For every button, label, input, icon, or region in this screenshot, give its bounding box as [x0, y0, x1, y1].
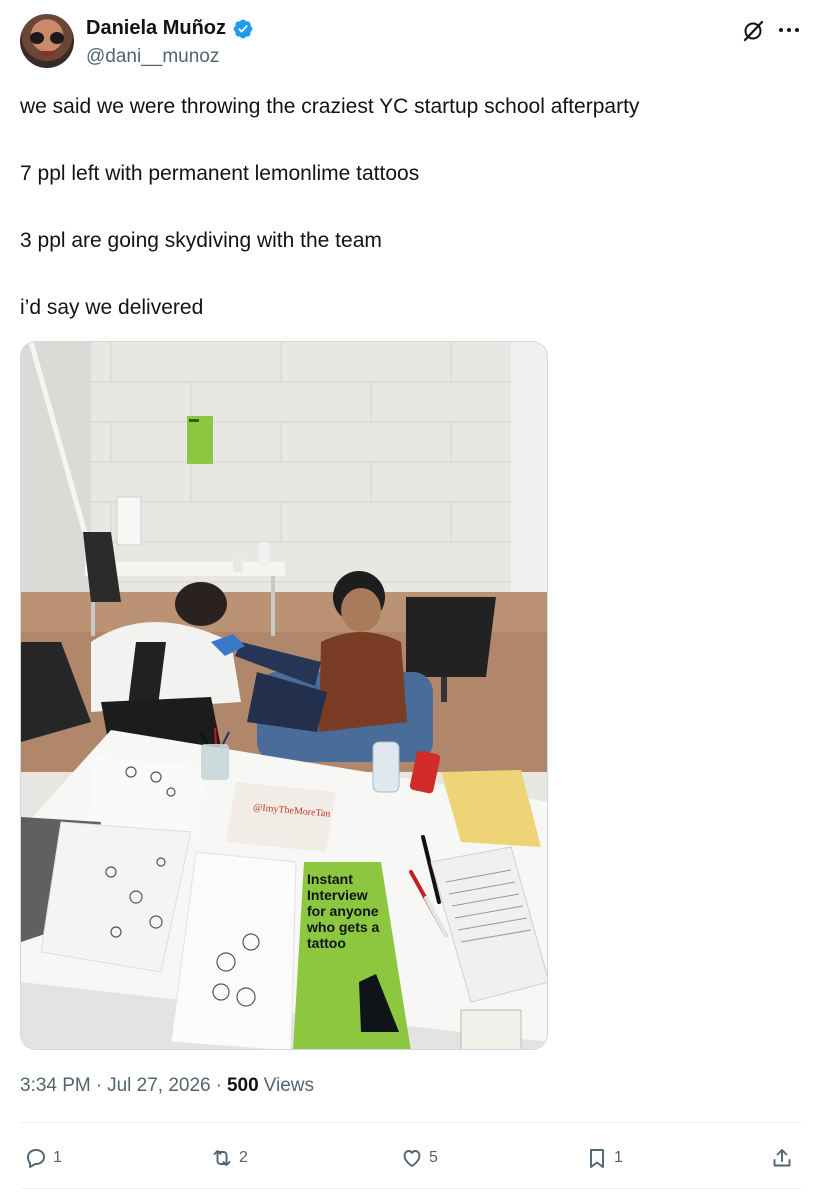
tweet-line: 3 ppl are going skydiving with the team [20, 229, 382, 252]
heart-icon [403, 1150, 421, 1167]
tweet-line: i’d say we delivered [20, 296, 204, 319]
divider [20, 1188, 801, 1189]
reply-count: 1 [53, 1149, 62, 1166]
author-name-row: Daniela Muñoz [86, 17, 254, 40]
views-count: 500 [226, 1075, 259, 1096]
views-label: Views [263, 1075, 314, 1096]
tweet-date[interactable]: Jul 27, 2026 [107, 1075, 211, 1097]
verified-badge-icon [233, 19, 253, 38]
tweet-time[interactable]: 3:34 PM [20, 1075, 91, 1097]
meta-separator: · [215, 1075, 222, 1096]
more-options-icon[interactable] [776, 18, 802, 42]
author-display-name[interactable]: Daniela Muñoz [86, 17, 226, 40]
bookmark-icon [590, 1149, 604, 1168]
tweet-photo[interactable]: @ImyTheMoreTan Instant Interview for any… [20, 341, 548, 1050]
tweet-line: 7 ppl left with permanent lemonlime tatt… [20, 162, 420, 185]
like-button[interactable]: 5 [400, 1138, 438, 1178]
photo-scene: @ImyTheMoreTan Instant Interview for any… [21, 342, 547, 1049]
repost-icon [213, 1150, 231, 1166]
bookmark-button[interactable]: 1 [585, 1138, 623, 1178]
share-icon [773, 1149, 791, 1167]
tweet-meta: 3:34 PM · Jul 27, 2026 · 500 Views [20, 1075, 314, 1097]
share-button[interactable] [770, 1138, 794, 1178]
reply-icon [27, 1149, 45, 1168]
meta-separator: · [95, 1075, 103, 1096]
author-handle[interactable]: @dani__munoz [86, 46, 219, 68]
repost-count: 2 [239, 1149, 248, 1166]
like-count: 5 [429, 1149, 438, 1166]
avatar[interactable] [20, 14, 74, 68]
tweet-line: we said we were throwing the craziest YC… [20, 95, 640, 118]
reply-button[interactable]: 1 [24, 1138, 62, 1178]
divider [20, 1122, 801, 1123]
repost-button[interactable]: 2 [210, 1138, 248, 1178]
bookmark-count: 1 [614, 1149, 623, 1166]
avatar-glasses [30, 32, 64, 44]
grok-icon[interactable] [741, 19, 765, 43]
tweet-text: we said we were throwing the craziest YC… [20, 94, 800, 362]
avatar-mouth [39, 51, 55, 56]
tweet-action-bar: 1 2 5 1 [20, 1138, 801, 1178]
